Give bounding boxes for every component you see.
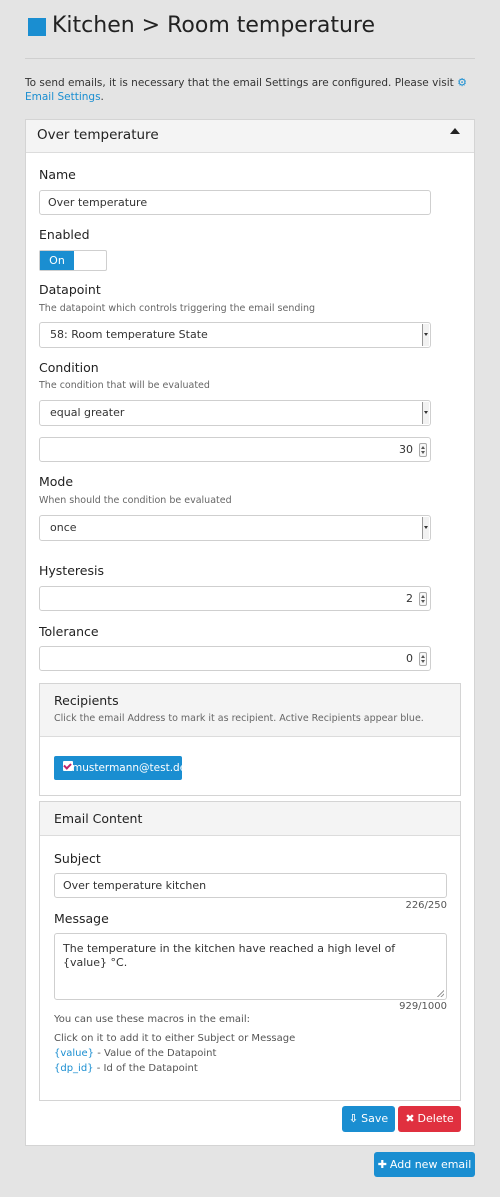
page-title: Kitchen > Room temperature [52, 13, 376, 38]
datapoint-select[interactable]: 58: Room temperature State [39, 322, 431, 348]
recipient-chip[interactable]: mustermann@test.de [54, 756, 186, 780]
add-new-email-label: Add new email [389, 1158, 472, 1171]
macros-help: Click on it to add it to either Subject … [54, 1033, 296, 1044]
condition-help: The condition that will be evaluated [39, 380, 210, 391]
message-label: Message [54, 911, 109, 926]
condition-value: equal greater [50, 406, 125, 419]
mode-help: When should the condition be evaluated [39, 495, 232, 506]
recipients-title: Recipients [54, 693, 119, 708]
chevron-down-icon [422, 517, 429, 539]
hysteresis-value: 2 [406, 592, 413, 605]
save-button[interactable]: ⇩ Save [342, 1106, 395, 1132]
settings-notice-end: . [100, 90, 104, 103]
tolerance-input[interactable]: 0 [39, 646, 431, 671]
resize-handle-icon[interactable] [437, 990, 444, 997]
save-label: Save [361, 1112, 389, 1125]
condition-label: Condition [39, 360, 99, 375]
caret-up-icon[interactable] [450, 128, 460, 134]
email-settings-link-label: Email Settings [25, 90, 101, 103]
header-divider [25, 58, 475, 59]
mode-label: Mode [39, 474, 74, 489]
hysteresis-input[interactable]: 2 [39, 586, 431, 611]
datapoint-help: The datapoint which controls triggering … [39, 303, 316, 314]
mode-value: once [50, 521, 77, 534]
number-spinner-icon[interactable] [419, 652, 427, 666]
subject-input[interactable]: Over temperature kitchen [54, 873, 447, 898]
gear-icon: ⚙ [457, 76, 467, 89]
hysteresis-label: Hysteresis [39, 563, 104, 578]
delete-x-icon: ✖ [405, 1112, 415, 1125]
add-new-email-button[interactable]: ✚ Add new email [374, 1152, 475, 1177]
checkbox-icon [63, 761, 73, 771]
macro-item: {dp_id} - Id of the Datapoint [54, 1063, 198, 1074]
number-spinner-icon[interactable] [419, 592, 427, 606]
page-icon [28, 18, 46, 36]
condition-threshold-input[interactable]: 30 [39, 437, 431, 462]
condition-select[interactable]: equal greater [39, 400, 431, 426]
subject-label: Subject [54, 851, 101, 866]
name-label: Name [39, 167, 76, 182]
tolerance-value: 0 [406, 652, 413, 665]
recipients-help: Click the email Address to mark it as re… [54, 713, 424, 724]
subject-counter: 226/250 [405, 900, 447, 911]
message-counter: 929/1000 [399, 1001, 447, 1012]
macros-title: You can use these macros in the email: [54, 1014, 250, 1025]
delete-button[interactable]: ✖ Delete [398, 1106, 461, 1132]
condition-threshold-value: 30 [399, 443, 413, 456]
macro-dpid-link[interactable]: {dp_id} [54, 1063, 94, 1074]
recipients-header [40, 684, 460, 737]
macro-value-desc: - Value of the Datapoint [94, 1048, 217, 1059]
enabled-label: Enabled [39, 227, 90, 242]
macro-value-link[interactable]: {value} [54, 1048, 94, 1059]
number-spinner-icon[interactable] [419, 443, 427, 457]
settings-notice-text: To send emails, it is necessary that the… [25, 77, 454, 89]
chevron-down-icon [422, 324, 429, 346]
enabled-toggle-on[interactable]: On [40, 251, 74, 270]
email-content-title: Email Content [54, 811, 143, 826]
save-icon: ⇩ [348, 1112, 359, 1125]
datapoint-value: 58: Room temperature State [50, 328, 208, 341]
mode-select[interactable]: once [39, 515, 431, 541]
delete-label: Delete [417, 1112, 454, 1125]
datapoint-label: Datapoint [39, 282, 101, 297]
tolerance-label: Tolerance [39, 624, 99, 639]
macro-item: {value} - Value of the Datapoint [54, 1048, 216, 1059]
settings-notice: To send emails, it is necessary that the… [25, 76, 475, 104]
macro-dpid-desc: - Id of the Datapoint [93, 1063, 198, 1074]
email-panel-title: Over temperature [37, 127, 159, 143]
message-textarea[interactable]: The temperature in the kitchen have reac… [54, 933, 447, 1000]
chevron-down-icon [422, 402, 429, 424]
message-text: The temperature in the kitchen have reac… [63, 942, 396, 969]
name-input[interactable]: Over temperature [39, 190, 431, 215]
plus-icon: ✚ [377, 1158, 387, 1171]
